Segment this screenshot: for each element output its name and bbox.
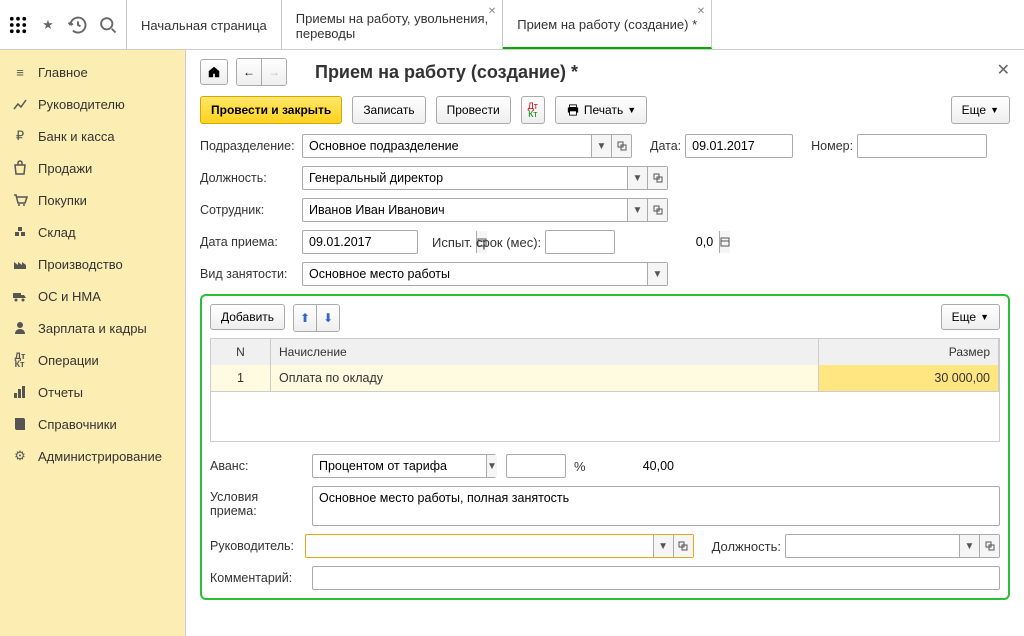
close-icon[interactable]: ✕ — [697, 6, 705, 17]
cart-icon — [12, 192, 28, 208]
advance-label: Аванс: — [210, 459, 308, 473]
sidebar: ≡Главное Руководителю ₽Банк и касса Прод… — [0, 50, 186, 636]
post-close-button[interactable]: Провести и закрыть — [200, 96, 342, 124]
division-label: Подразделение: — [200, 139, 298, 153]
dtkt-button[interactable]: ДтКт — [521, 96, 545, 124]
move-up-button[interactable]: ⬆ — [294, 305, 317, 331]
position-input[interactable] — [303, 167, 627, 189]
dropdown-button[interactable]: ▼ — [627, 199, 647, 221]
book-icon — [12, 416, 28, 432]
gear-icon: ⚙ — [12, 448, 28, 464]
comment-input[interactable] — [313, 567, 999, 589]
factory-icon — [12, 256, 28, 272]
date-label: Дата: — [650, 139, 681, 153]
chart-up-icon — [12, 96, 28, 112]
sidebar-item-admin[interactable]: ⚙Администрирование — [0, 440, 185, 472]
add-button[interactable]: Добавить — [210, 304, 285, 330]
tab-hires[interactable]: Приемы на работу, увольнения, переводы ✕ — [282, 0, 503, 49]
forward-button[interactable]: → — [262, 59, 286, 85]
employment-label: Вид занятости: — [200, 267, 298, 281]
close-icon[interactable]: ✕ — [488, 6, 496, 17]
advance-type-input[interactable] — [313, 455, 486, 477]
bars-icon — [12, 384, 28, 400]
history-icon[interactable] — [68, 15, 88, 35]
comment-label: Комментарий: — [210, 571, 308, 585]
sidebar-item-hr[interactable]: Зарплата и кадры — [0, 312, 185, 344]
calc-button[interactable] — [719, 231, 730, 253]
tab-start[interactable]: Начальная страница — [127, 0, 282, 49]
dtkt-icon: ДтКт — [12, 352, 28, 368]
highlight-section: Добавить ⬆ ⬇ Еще ▼ N Начисление Размер 1… — [200, 294, 1010, 600]
mgr-position-label: Должность: — [712, 539, 781, 554]
menu-icon: ≡ — [12, 64, 28, 80]
sidebar-item-manager[interactable]: Руководителю — [0, 88, 185, 120]
number-input[interactable] — [858, 135, 1024, 157]
table-row[interactable]: 1 Оплата по окладу 30 000,00 — [211, 365, 999, 391]
home-button[interactable] — [200, 59, 228, 85]
division-input[interactable] — [303, 135, 591, 157]
conditions-label: Условия приема: — [210, 486, 308, 518]
save-button[interactable]: Записать — [352, 96, 425, 124]
tab-hire-create[interactable]: Прием на работу (создание) * ✕ — [503, 0, 712, 49]
more-button[interactable]: Еще ▼ — [951, 96, 1010, 124]
boxes-icon — [12, 224, 28, 240]
col-size: Размер — [819, 339, 999, 365]
apps-icon[interactable] — [8, 15, 28, 35]
dropdown-button[interactable]: ▼ — [653, 535, 673, 557]
employee-label: Сотрудник: — [200, 203, 298, 217]
page-title: Прием на работу (создание) * — [315, 62, 578, 83]
col-n: N — [211, 339, 271, 365]
number-label: Номер: — [811, 139, 853, 153]
hire-date-label: Дата приема: — [200, 235, 298, 249]
advance-value-input[interactable] — [507, 455, 680, 477]
print-button[interactable]: Печать ▼ — [555, 96, 647, 124]
star-icon[interactable]: ★ — [38, 15, 58, 35]
sidebar-item-bank[interactable]: ₽Банк и касса — [0, 120, 185, 152]
sidebar-item-main[interactable]: ≡Главное — [0, 56, 185, 88]
search-icon[interactable] — [98, 15, 118, 35]
percent-label: % — [574, 459, 586, 474]
conditions-input[interactable]: Основное место работы, полная занятость — [312, 486, 1000, 526]
employee-input[interactable] — [303, 199, 627, 221]
dropdown-button[interactable]: ▼ — [959, 535, 979, 557]
move-down-button[interactable]: ⬇ — [317, 305, 339, 331]
sidebar-item-warehouse[interactable]: Склад — [0, 216, 185, 248]
person-icon — [12, 320, 28, 336]
dropdown-button[interactable]: ▼ — [647, 263, 667, 285]
probation-input[interactable] — [546, 231, 719, 253]
open-button[interactable] — [647, 199, 667, 221]
manager-input[interactable] — [306, 535, 653, 557]
sidebar-item-purchases[interactable]: Покупки — [0, 184, 185, 216]
back-button[interactable]: ← — [237, 59, 262, 85]
post-button[interactable]: Провести — [436, 96, 511, 124]
open-button[interactable] — [647, 167, 667, 189]
accruals-table: N Начисление Размер 1 Оплата по окладу 3… — [210, 338, 1000, 442]
sidebar-item-refs[interactable]: Справочники — [0, 408, 185, 440]
sidebar-item-operations[interactable]: ДтКтОперации — [0, 344, 185, 376]
bag-icon — [12, 160, 28, 176]
open-button[interactable] — [979, 535, 999, 557]
dropdown-button[interactable]: ▼ — [486, 455, 497, 477]
probation-label: Испыт. срок (мес): — [432, 235, 541, 250]
sidebar-item-assets[interactable]: ОС и НМА — [0, 280, 185, 312]
sidebar-item-reports[interactable]: Отчеты — [0, 376, 185, 408]
mgr-position-input[interactable] — [786, 535, 959, 557]
position-label: Должность: — [200, 171, 298, 185]
truck-icon — [12, 288, 28, 304]
ruble-icon: ₽ — [12, 128, 28, 144]
sidebar-item-production[interactable]: Производство — [0, 248, 185, 280]
dropdown-button[interactable]: ▼ — [591, 135, 611, 157]
employment-input[interactable] — [303, 263, 647, 285]
open-button[interactable] — [611, 135, 631, 157]
manager-label: Руководитель: — [210, 539, 301, 553]
close-button[interactable]: ✕ — [997, 60, 1010, 80]
col-name: Начисление — [271, 339, 819, 365]
open-button[interactable] — [673, 535, 693, 557]
dropdown-button[interactable]: ▼ — [627, 167, 647, 189]
sidebar-item-sales[interactable]: Продажи — [0, 152, 185, 184]
table-more-button[interactable]: Еще ▼ — [941, 304, 1000, 330]
